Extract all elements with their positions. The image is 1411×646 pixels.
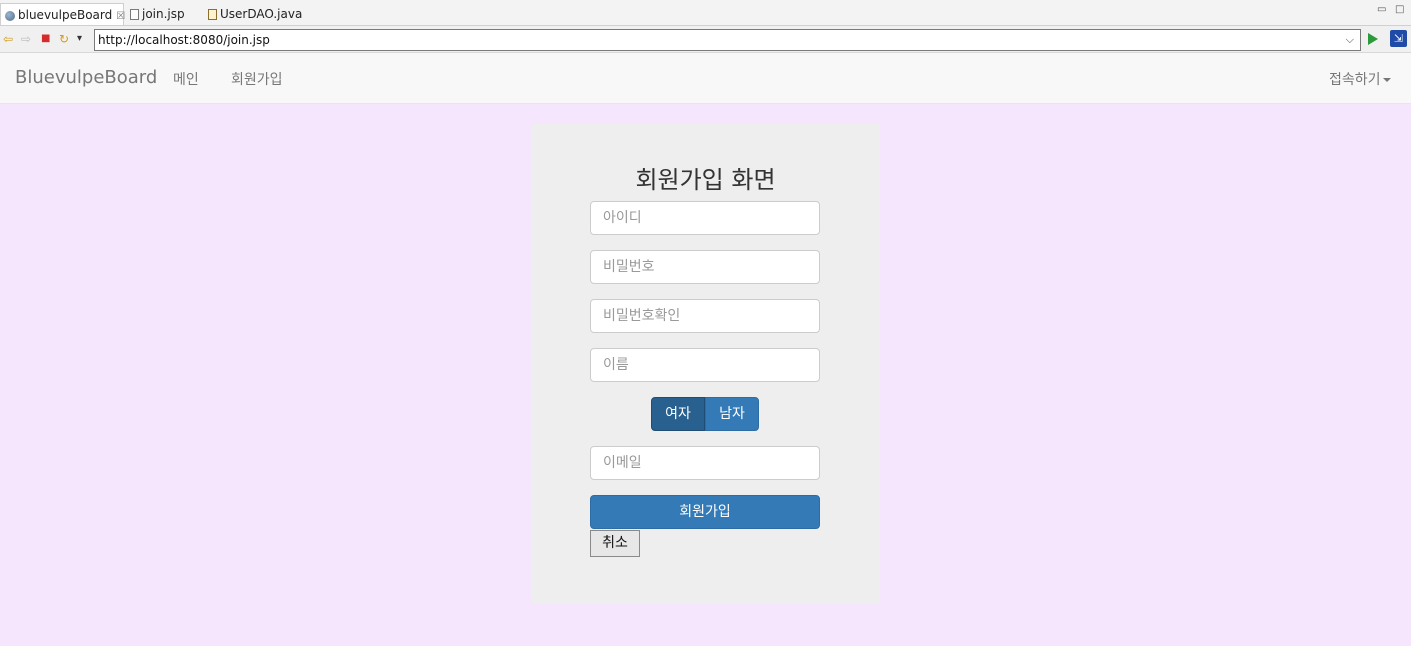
browser-toolbar: ⇦ ⇨ ■ ↻ ▾ http://localhost:8080/join.jsp… — [0, 26, 1411, 53]
globe-icon — [5, 10, 15, 21]
tab-userdao-java[interactable]: UserDAO.java — [204, 3, 306, 25]
forward-icon[interactable]: ⇨ — [21, 32, 31, 46]
password-input[interactable] — [590, 250, 820, 284]
external-browser-icon[interactable]: ⇲ — [1390, 30, 1407, 47]
chevron-down-icon[interactable]: ▾ — [77, 32, 82, 46]
navbar: BluevulpeBoard 메인 회원가입 접속하기 — [0, 53, 1411, 104]
java-file-icon — [208, 9, 217, 20]
tab-label: join.jsp — [142, 7, 185, 21]
join-submit-button[interactable]: 회원가입 — [590, 495, 820, 529]
url-input[interactable]: http://localhost:8080/join.jsp ⌵ — [94, 29, 1361, 51]
tab-label: bluevulpeBoard — [18, 8, 113, 22]
form-title: 회원가입 화면 — [635, 166, 776, 194]
caret-down-icon — [1382, 78, 1391, 82]
tab-label: UserDAO.java — [220, 7, 303, 21]
nav-link-join[interactable]: 회원가입 — [231, 69, 283, 89]
email-input[interactable] — [590, 446, 820, 480]
gender-toggle-group: 여자 남자 — [651, 397, 759, 431]
close-icon[interactable]: ☒ — [116, 11, 125, 22]
join-form-panel: 회원가입 화면 여자 남자 회원가입 취소 — [531, 124, 880, 604]
file-icon — [130, 9, 139, 20]
connect-dropdown[interactable]: 접속하기 — [1329, 69, 1391, 89]
brand-link[interactable]: BluevulpeBoard — [15, 67, 157, 88]
back-icon[interactable]: ⇦ — [3, 32, 13, 46]
go-icon[interactable] — [1368, 33, 1378, 45]
dropdown-label: 접속하기 — [1329, 72, 1381, 88]
password-confirm-input[interactable] — [590, 299, 820, 333]
gender-female-button[interactable]: 여자 — [651, 397, 705, 431]
refresh-icon[interactable]: ↻ — [59, 32, 69, 46]
gender-male-button[interactable]: 남자 — [705, 397, 759, 431]
nav-link-main[interactable]: 메인 — [173, 69, 199, 89]
tab-join-jsp[interactable]: join.jsp — [126, 3, 189, 25]
tab-bluevulpeboard[interactable]: bluevulpeBoard ☒ — [0, 3, 125, 25]
chevron-down-icon[interactable]: ⌵ — [1346, 30, 1354, 50]
maximize-icon[interactable]: □ — [1395, 4, 1404, 15]
user-id-input[interactable] — [590, 201, 820, 235]
url-text: http://localhost:8080/join.jsp — [98, 33, 270, 47]
minimize-icon[interactable]: ▭ — [1377, 4, 1386, 15]
cancel-button[interactable]: 취소 — [590, 530, 640, 557]
stop-icon[interactable]: ■ — [41, 32, 50, 46]
name-input[interactable] — [590, 348, 820, 382]
editor-tab-bar: bluevulpeBoard ☒ join.jsp UserDAO.java ▭ … — [0, 0, 1411, 26]
